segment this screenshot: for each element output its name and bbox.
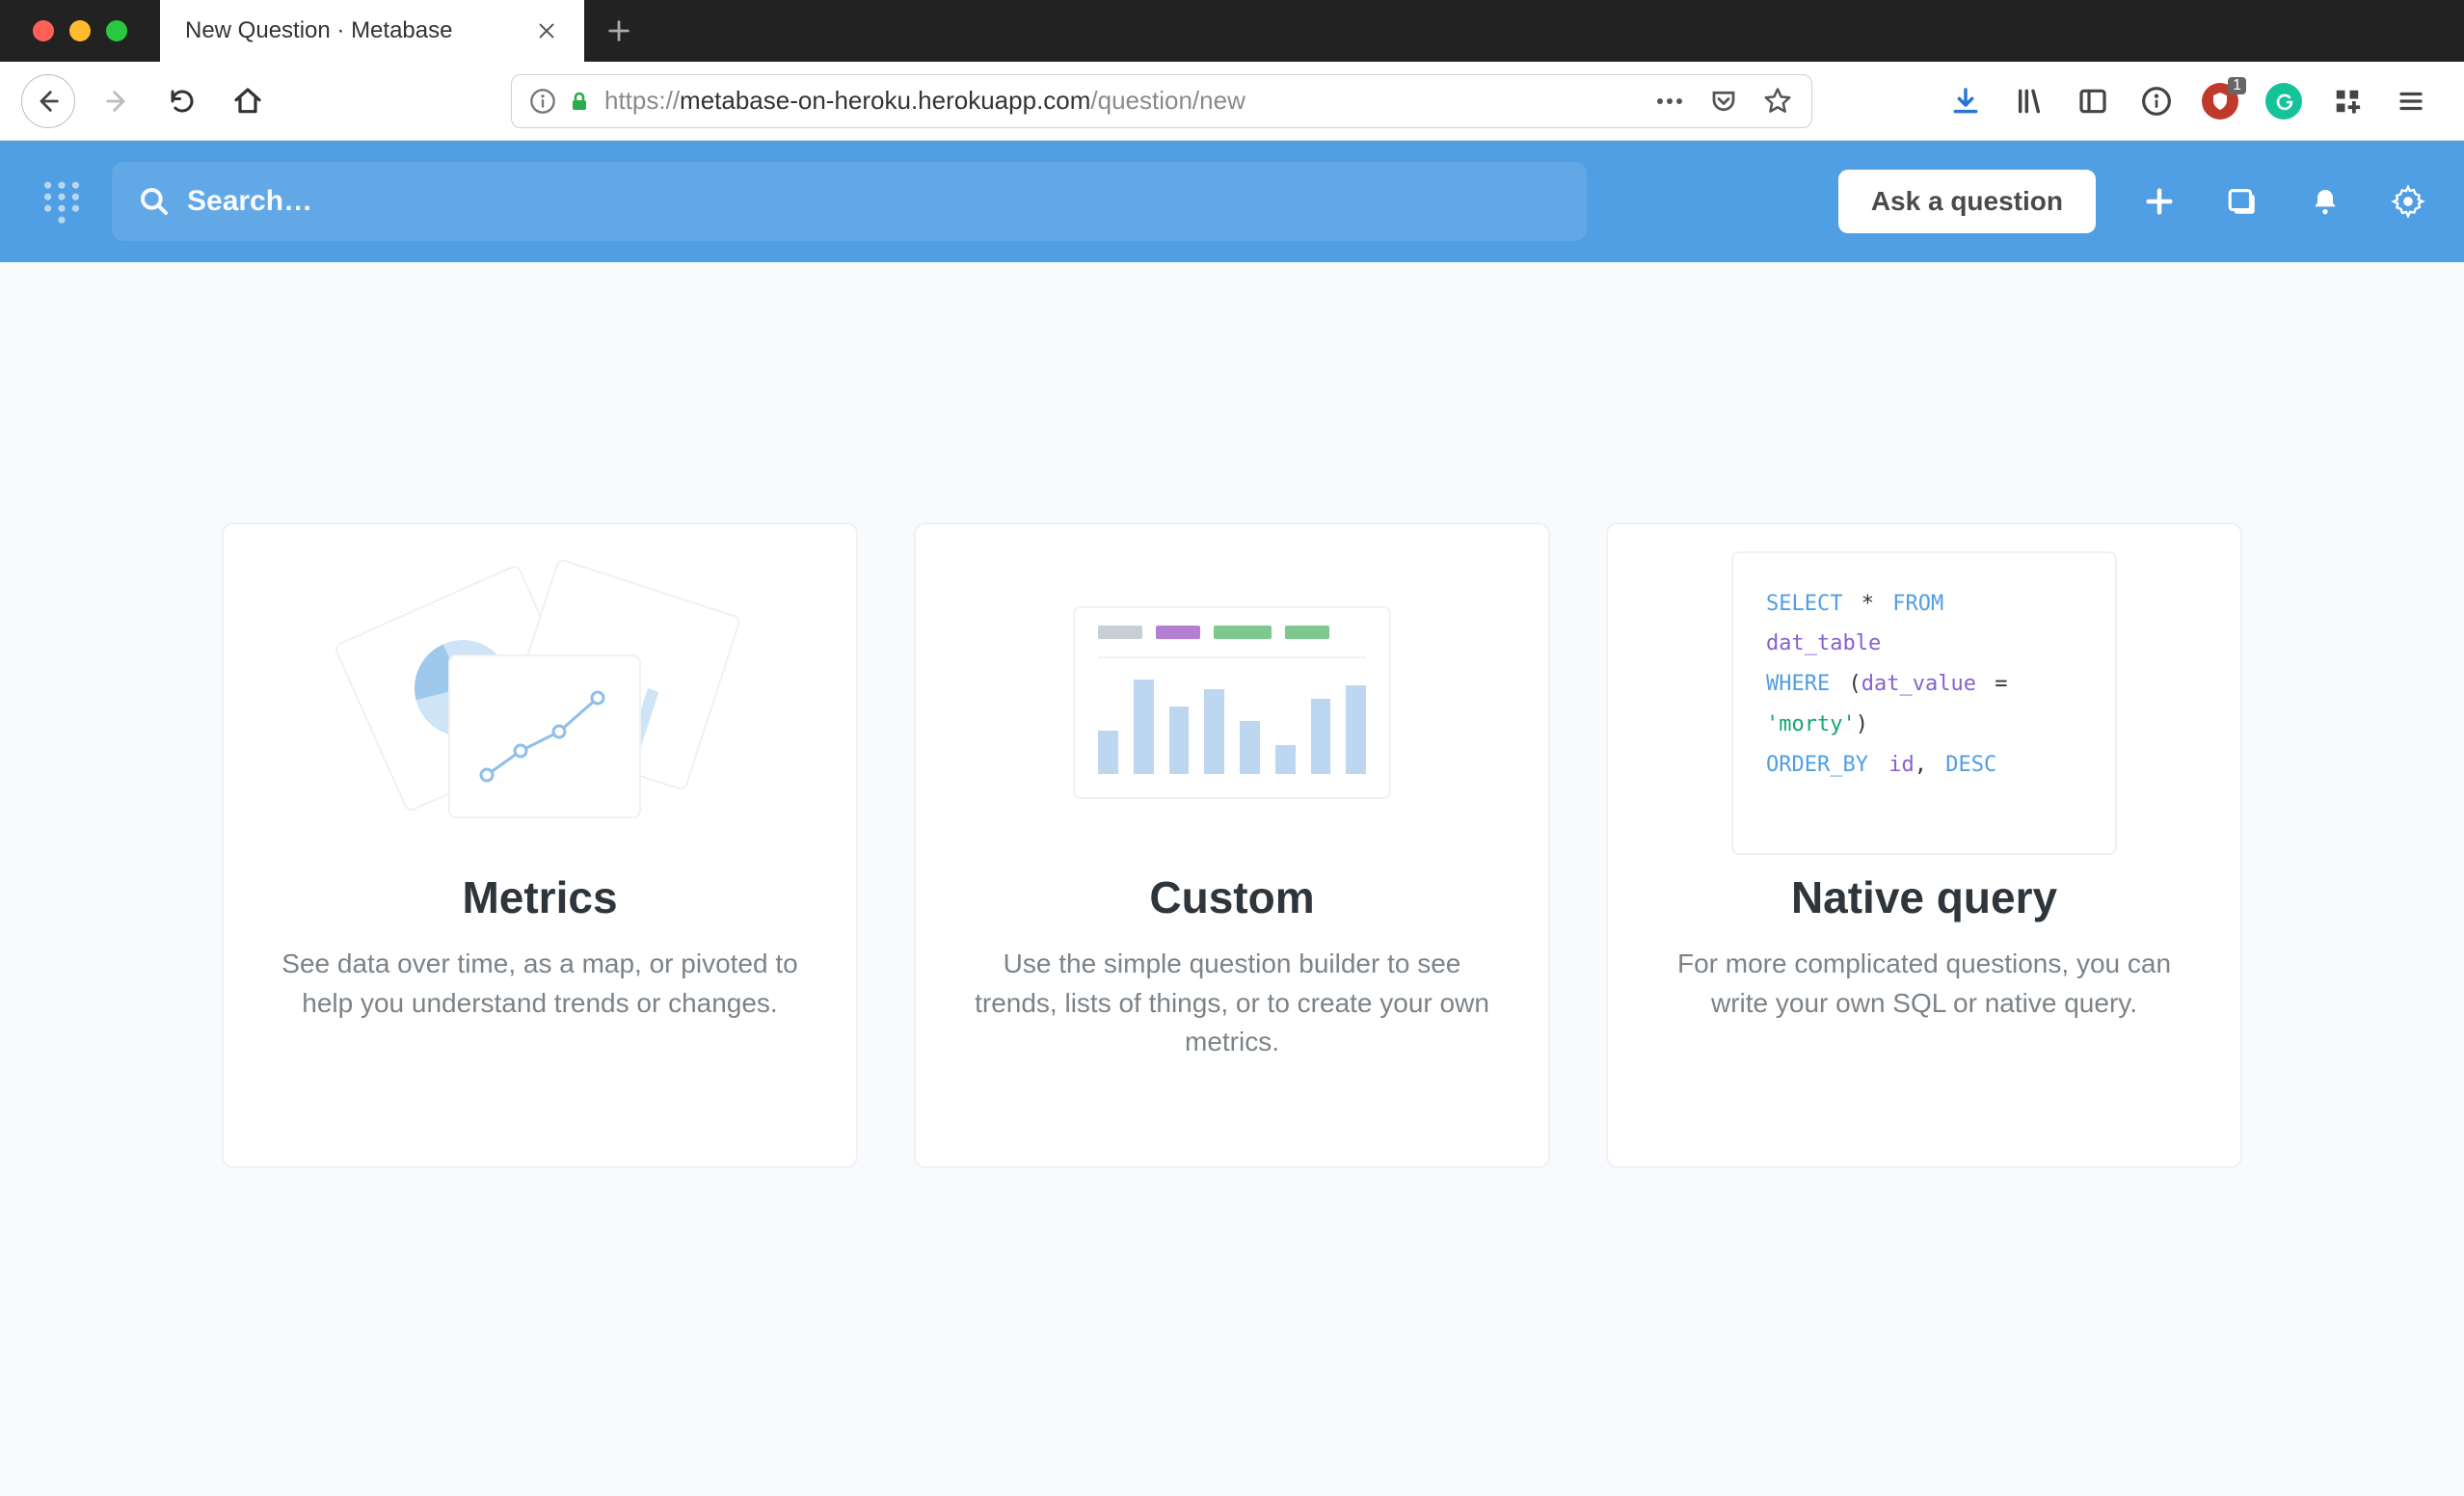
new-tab-button[interactable]	[592, 4, 646, 58]
card-title: Custom	[1149, 871, 1314, 923]
metabase-logo-icon	[39, 178, 85, 225]
back-button[interactable]	[21, 74, 75, 128]
line-chart-icon	[468, 679, 622, 794]
plus-icon	[2143, 185, 2176, 218]
home-icon	[232, 86, 263, 117]
info-icon	[529, 88, 556, 115]
illustration-bars	[1098, 668, 1366, 774]
url-text: https://metabase-on-heroku.herokuapp.com…	[604, 86, 1245, 116]
grammarly-button[interactable]	[2265, 83, 2302, 120]
arrow-right-icon	[103, 88, 130, 115]
metrics-illustration	[262, 573, 817, 833]
search-input[interactable]	[187, 185, 1560, 218]
sidebar-button[interactable]	[2075, 83, 2111, 120]
notifications-button[interactable]	[2306, 182, 2344, 221]
info-circle-icon	[2141, 86, 2172, 117]
url-path: /question/new	[1090, 86, 1245, 115]
tab-title: New Question · Metabase	[185, 17, 536, 44]
site-identity[interactable]	[529, 88, 591, 115]
ublock-badge: 1	[2228, 77, 2246, 94]
ask-question-button[interactable]: Ask a question	[1838, 170, 2096, 233]
reload-icon	[168, 87, 197, 116]
gear-icon	[2391, 184, 2425, 219]
grammarly-icon	[2272, 90, 2295, 113]
collections-button[interactable]	[2223, 182, 2262, 221]
custom-card[interactable]: Custom Use the simple question builder t…	[914, 522, 1550, 1168]
lock-icon	[568, 90, 591, 113]
url-scheme: https://	[604, 86, 680, 115]
tab-close-button[interactable]	[536, 20, 563, 41]
extensions-button[interactable]	[2329, 83, 2366, 120]
star-icon	[1763, 87, 1792, 116]
browser-chrome: New Question · Metabase	[0, 0, 2464, 141]
tab-strip: New Question · Metabase	[0, 0, 2464, 62]
ublock-button[interactable]: 1	[2202, 83, 2238, 120]
toolbar-extensions: 1	[1947, 83, 2443, 120]
window-controls	[0, 20, 160, 41]
pocket-button[interactable]	[1707, 85, 1740, 118]
reload-button[interactable]	[158, 77, 206, 125]
search-icon	[139, 186, 170, 217]
pocket-icon	[1709, 87, 1738, 116]
url-host: metabase-on-heroku.herokuapp.com	[680, 86, 1090, 115]
arrow-left-icon	[35, 88, 62, 115]
metrics-card[interactable]: Metrics See data over time, as a map, or…	[222, 522, 858, 1168]
lastpass-button[interactable]	[2138, 83, 2175, 120]
plus-icon	[605, 17, 632, 44]
search-container[interactable]	[112, 162, 1587, 241]
ellipsis-icon	[1656, 97, 1683, 105]
card-description: See data over time, as a map, or pivoted…	[262, 945, 817, 1023]
browser-tab[interactable]: New Question · Metabase	[160, 0, 584, 62]
card-description: Use the simple question builder to see t…	[954, 945, 1510, 1062]
bookmark-button[interactable]	[1761, 85, 1794, 118]
forward-button[interactable]	[93, 77, 141, 125]
card-title: Metrics	[462, 871, 617, 923]
window-close-button[interactable]	[33, 20, 54, 41]
card-title: Native query	[1791, 871, 2057, 923]
browser-toolbar: https://metabase-on-heroku.herokuapp.com…	[0, 62, 2464, 141]
download-icon	[1950, 86, 1981, 117]
settings-button[interactable]	[2389, 182, 2427, 221]
hamburger-icon	[2397, 87, 2425, 116]
address-bar[interactable]: https://metabase-on-heroku.herokuapp.com…	[511, 74, 1812, 128]
new-button[interactable]	[2140, 182, 2179, 221]
native-illustration: SELECT * FROM dat_table WHERE (dat_value…	[1647, 573, 2202, 833]
metabase-logo[interactable]	[37, 176, 87, 227]
native-query-card[interactable]: SELECT * FROM dat_table WHERE (dat_value…	[1606, 522, 2242, 1168]
header-actions: Ask a question	[1838, 170, 2427, 233]
grid-icon	[2333, 87, 2362, 116]
bell-icon	[2310, 186, 2341, 217]
library-button[interactable]	[2011, 83, 2048, 120]
app-menu-button[interactable]	[2393, 83, 2429, 120]
downloads-button[interactable]	[1947, 83, 1984, 120]
question-type-cards: Metrics See data over time, as a map, or…	[0, 262, 2464, 1168]
collections-icon	[2226, 185, 2259, 218]
close-icon	[536, 20, 557, 41]
custom-illustration	[954, 573, 1510, 833]
card-description: For more complicated questions, you can …	[1647, 945, 2202, 1023]
library-icon	[2014, 86, 2045, 117]
window-minimize-button[interactable]	[69, 20, 91, 41]
sidebar-icon	[2077, 86, 2108, 117]
app-header: Ask a question	[0, 141, 2464, 262]
page-actions-button[interactable]	[1653, 85, 1686, 118]
home-button[interactable]	[224, 77, 272, 125]
window-zoom-button[interactable]	[106, 20, 127, 41]
